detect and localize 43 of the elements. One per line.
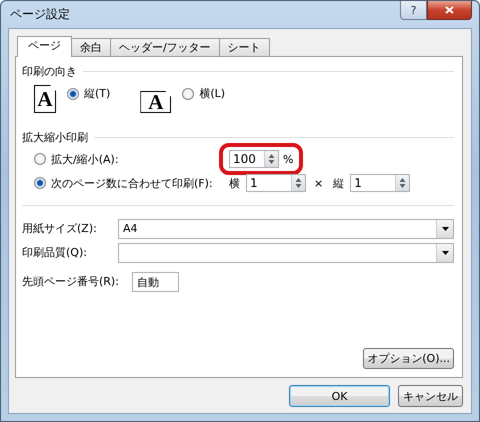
dropdown[interactable]: A4 [118,218,454,238]
spin-field[interactable]: 1 [350,174,410,192]
field-label: 先頭ページ番号(R): [22,274,118,289]
spin-button[interactable] [264,151,278,167]
input-field[interactable]: 自動 [132,272,179,292]
close-icon [445,6,454,14]
up-down-arrows-icon [399,177,406,189]
radio-button[interactable] [67,88,79,100]
radio-button[interactable] [34,177,46,189]
radio-button[interactable] [182,88,194,100]
unit-label: % [283,152,294,166]
radio-label: 拡大/縮小(A): [51,152,120,166]
landscape-page-icon: A [140,91,172,113]
caret-icon [442,250,448,254]
up-down-arrows-icon [295,177,302,189]
radio-label: 縦(T) [84,86,110,102]
radio-label: 次のページ数に合わせて印刷(F): [51,176,214,190]
tall-label: 縦 [333,176,344,190]
ok-button[interactable]: OK [289,385,390,407]
tab[interactable]: シート [218,38,270,56]
close-button[interactable] [427,1,472,20]
tab[interactable]: ヘッダー/フッター [110,38,220,56]
up-down-arrows-icon [268,153,275,165]
spin-button[interactable] [291,175,305,191]
group-heading: 拡大縮小印刷 [22,130,88,144]
portrait-page-icon: A [34,85,56,113]
group-heading: 印刷の向き [22,64,77,78]
wide-label: 横 [229,176,240,190]
radio-button[interactable] [34,153,46,165]
window-title: ページ設定 [9,6,70,23]
spin-button[interactable] [395,175,410,191]
help-button[interactable]: ? [400,1,427,20]
spin-field[interactable]: 100 [229,150,279,168]
tab[interactable]: 余白 [71,38,111,56]
field-label: 印刷品質(Q): [22,245,88,260]
radio-label: 横(L) [199,86,226,102]
field-label: 用紙サイズ(Z): [22,221,98,236]
times-sign: × [314,176,324,190]
caret-icon [442,226,448,230]
tab[interactable]: ページ [17,36,72,57]
cancel-button[interactable]: キャンセル [398,385,463,407]
spin-field[interactable]: 1 [246,174,306,192]
options-button[interactable]: オプション(O)... [363,348,454,369]
